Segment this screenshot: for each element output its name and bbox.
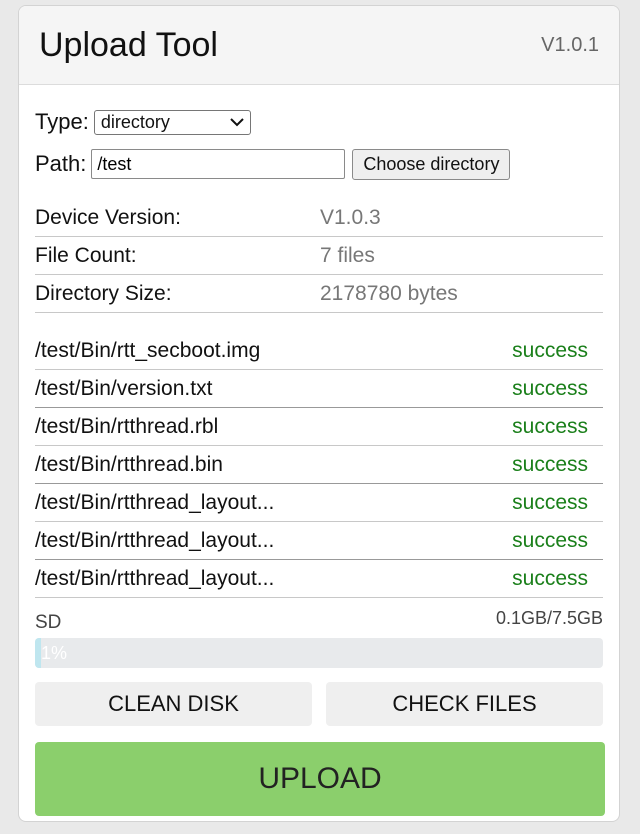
file-status: success (512, 414, 588, 438)
progress-fill (35, 638, 41, 668)
page-title: Upload Tool (39, 25, 218, 64)
file-status: success (512, 452, 588, 476)
header: Upload Tool V1.0.1 (19, 6, 619, 85)
file-path: /test/Bin/rtt_secboot.img (35, 338, 261, 362)
upload-tool-card: Upload Tool V1.0.1 Type: directory Path:… (18, 5, 620, 822)
list-item: /test/Bin/rtthread_layout... success (35, 522, 603, 560)
path-input[interactable] (91, 149, 346, 179)
file-status: success (512, 490, 588, 514)
check-files-button[interactable]: CHECK FILES (326, 682, 603, 726)
clean-disk-button[interactable]: CLEAN DISK (35, 682, 312, 726)
file-path: /test/Bin/rtthread.rbl (35, 414, 219, 438)
type-row: Type: directory (35, 107, 603, 137)
list-item: /test/Bin/rtt_secboot.img success (35, 332, 603, 370)
storage-header: SD 0.1GB/7.5GB (35, 608, 603, 634)
progress-percent: 1% (41, 643, 68, 663)
choose-directory-button[interactable]: Choose directory (352, 148, 511, 180)
path-label: Path: (35, 151, 87, 176)
app-version: V1.0.1 (541, 33, 599, 56)
info-value: 2178780 bytes (320, 281, 458, 305)
info-key: Device Version: (35, 205, 181, 229)
info-key: File Count: (35, 243, 137, 267)
file-path: /test/Bin/rtthread_layout... (35, 528, 275, 552)
info-value: 7 files (320, 243, 375, 267)
storage-usage: 0.1GB/7.5GB (495, 608, 603, 628)
list-item: /test/Bin/rtthread.bin success (35, 446, 603, 484)
file-list: /test/Bin/rtt_secboot.img success /test/… (35, 332, 603, 598)
file-path: /test/Bin/rtthread_layout... (35, 566, 275, 590)
storage-progress-bar: 1% (35, 638, 603, 668)
info-value: V1.0.3 (320, 205, 381, 229)
file-status: success (512, 528, 588, 552)
file-path: /test/Bin/version.txt (35, 376, 213, 400)
type-label: Type: (35, 109, 89, 134)
file-status: success (512, 566, 588, 590)
file-status: success (512, 338, 588, 362)
action-row: CLEAN DISK CHECK FILES (35, 682, 603, 726)
chevron-down-icon (230, 114, 244, 130)
file-status: success (512, 376, 588, 400)
list-item: /test/Bin/rtthread_layout... success (35, 560, 603, 598)
info-row-file-count: File Count: 7 files (35, 237, 603, 275)
file-path: /test/Bin/rtthread.bin (35, 452, 223, 476)
main-body: Type: directory Path: Choose directory D… (19, 85, 619, 816)
list-item: /test/Bin/rtthread_layout... success (35, 484, 603, 522)
path-row: Path: Choose directory (35, 148, 603, 180)
file-path: /test/Bin/rtthread_layout... (35, 490, 275, 514)
device-info: Device Version: V1.0.3 File Count: 7 fil… (35, 199, 603, 313)
type-select[interactable]: directory (93, 109, 251, 135)
info-row-device-version: Device Version: V1.0.3 (35, 199, 603, 237)
list-item: /test/Bin/version.txt success (35, 370, 603, 408)
upload-button[interactable]: UPLOAD (35, 742, 605, 816)
info-row-directory-size: Directory Size: 2178780 bytes (35, 275, 603, 313)
list-item: /test/Bin/rtthread.rbl success (35, 408, 603, 446)
info-key: Directory Size: (35, 281, 172, 305)
storage-label: SD (35, 612, 62, 633)
type-select-value: directory (100, 111, 170, 132)
